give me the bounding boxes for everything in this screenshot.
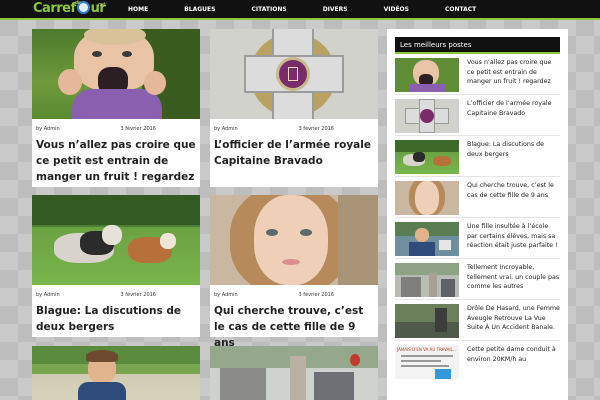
post-title[interactable]: L’officier de l’armée royale Capitaine B… (210, 133, 378, 169)
top-navigation-bar: Carref ur de .net HOME BLAGUES CITATIONS … (0, 0, 600, 20)
sidebar-thumb[interactable] (395, 181, 459, 215)
post-author: by Admin (214, 126, 238, 132)
sidebar-thumb[interactable] (395, 58, 459, 92)
post-card-dogs[interactable]: by Admin 3 février 2016 Blague: La discu… (32, 195, 200, 337)
post-date: 3 février 2016 (298, 126, 334, 132)
logo-small-text-right: .net (97, 2, 105, 8)
sidebar-thumb[interactable] (395, 304, 459, 338)
sidebar-post-item[interactable]: L’officier de l’armée royale Capitaine B… (395, 95, 560, 136)
sidebar-post-item[interactable]: Drôle De Hasard, une Femme Aveugle Retro… (395, 300, 560, 341)
sidebar-post-item[interactable]: Blague: La discutions de deux bergers (395, 136, 560, 177)
post-card-boy[interactable] (32, 346, 200, 400)
post-title[interactable]: Qui cherche trouve, c’est le cas de cett… (210, 299, 378, 351)
post-image-baby[interactable] (32, 29, 200, 119)
nav-videos[interactable]: VIDÉOS (366, 0, 427, 20)
sidebar-thumb[interactable] (395, 263, 459, 297)
sidebar-post-title[interactable]: L’officier de l’armée royale Capitaine B… (459, 99, 560, 135)
sidebar-post-title[interactable]: Une fille insultée à l’école par certain… (459, 222, 560, 258)
logo-small-text-top: de (75, 0, 81, 6)
logo-text-main: Carref (33, 1, 76, 16)
nav-home[interactable]: HOME (110, 0, 166, 20)
post-title[interactable]: Blague: La discutions de deux bergers (32, 299, 200, 335)
post-author: by Admin (36, 292, 60, 298)
sidebar-thumb[interactable] (395, 140, 459, 174)
sidebar-post-title[interactable]: Cette petite dame conduit à environ 20KM… (459, 345, 560, 382)
post-image-medal[interactable] (210, 29, 378, 119)
sidebar-post-item[interactable]: Qui cherche trouve, c’est le cas de cett… (395, 177, 560, 218)
sidebar-best-posts: Les meilleurs postes Vous n’allez pas cr… (387, 29, 568, 400)
sidebar-post-title[interactable]: Vous n’allez pas croire que ce petit est… (459, 58, 560, 94)
nav-blagues[interactable]: BLAGUES (166, 0, 233, 20)
sidebar-thumb[interactable] (395, 222, 459, 256)
sidebar-post-item[interactable]: Tellement incroyable, tellement vrai, un… (395, 259, 560, 300)
main-menu: HOME BLAGUES CITATIONS DIVERS VIDÉOS CON… (110, 0, 494, 20)
post-card-medal[interactable]: by Admin 3 février 2016 L’officier de l’… (210, 29, 378, 187)
post-author: by Admin (36, 126, 60, 132)
post-author: by Admin (214, 292, 238, 298)
sidebar-thumb-caption: JAMAIS D’EN VA AU TRAVAIL... (397, 347, 457, 352)
post-image-dogs[interactable] (32, 195, 200, 285)
post-card-girl[interactable]: by Admin 3 février 2016 Qui cherche trou… (210, 195, 378, 349)
sidebar-thumb[interactable] (395, 99, 459, 133)
post-date: 3 février 2016 (120, 126, 156, 132)
sidebar-thumb[interactable]: JAMAIS D’EN VA AU TRAVAIL... (395, 345, 459, 379)
sidebar-post-item[interactable]: Vous n’allez pas croire que ce petit est… (395, 54, 560, 95)
sidebar-post-title[interactable]: Drôle De Hasard, une Femme Aveugle Retro… (459, 304, 560, 340)
post-card-baby[interactable]: by Admin 3 février 2016 Vous n’allez pas… (32, 29, 200, 187)
sidebar-post-title[interactable]: Qui cherche trouve, c’est le cas de cett… (459, 181, 560, 217)
sidebar-post-title[interactable]: Tellement incroyable, tellement vrai, un… (459, 263, 560, 299)
sidebar-post-item[interactable]: JAMAIS D’EN VA AU TRAVAIL... Cette petit… (395, 341, 560, 382)
sidebar-post-item[interactable]: Une fille insultée à l’école par certain… (395, 218, 560, 259)
post-date: 3 février 2016 (298, 292, 334, 298)
post-title[interactable]: Vous n’allez pas croire que ce petit est… (32, 133, 200, 185)
sidebar-header: Les meilleurs postes (395, 37, 560, 54)
post-image-girl[interactable] (210, 195, 378, 285)
post-date: 3 février 2016 (120, 292, 156, 298)
post-image-market[interactable] (210, 346, 378, 400)
nav-contact[interactable]: CONTACT (427, 0, 494, 20)
post-image-boy[interactable] (32, 346, 200, 400)
nav-citations[interactable]: CITATIONS (233, 0, 304, 20)
post-card-market[interactable] (210, 346, 378, 400)
sidebar-post-title[interactable]: Blague: La discutions de deux bergers (459, 140, 560, 176)
site-logo[interactable]: Carref ur de .net (33, 0, 113, 19)
nav-divers[interactable]: DIVERS (305, 0, 366, 20)
